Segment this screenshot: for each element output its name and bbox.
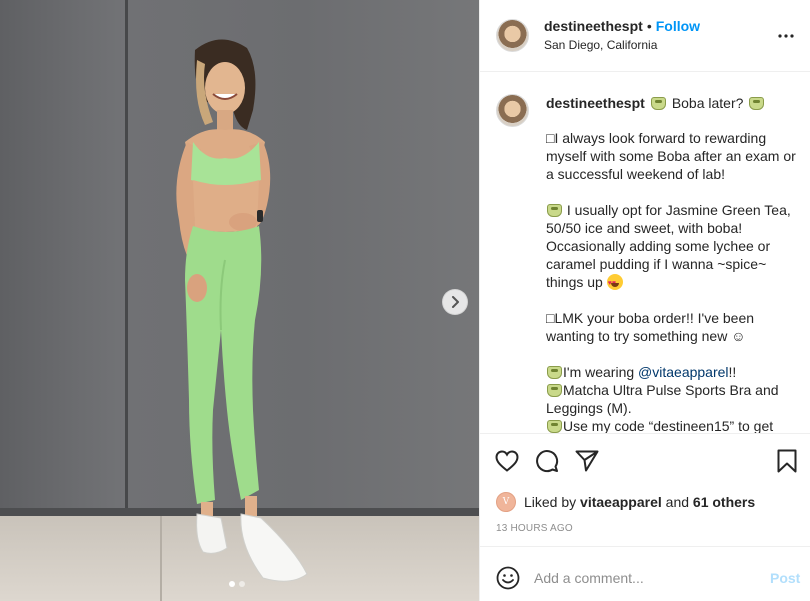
caption-wearing-suffix: !!	[728, 364, 737, 380]
liked-by-user[interactable]: vitaeapparel	[580, 494, 662, 510]
caption-line-outfit: Matcha Ultra Pulse Sports Bra and Leggin…	[546, 381, 798, 417]
caption-username[interactable]: destineethespt	[546, 95, 645, 111]
chevron-right-icon	[452, 296, 459, 308]
liked-by-text: Liked by vitaeapparel and 61 others	[524, 494, 755, 510]
caption-line-code: Use my code “destineen15” to get	[546, 417, 798, 433]
header-user-row: destineethespt • Follow	[544, 18, 700, 34]
paper-plane-icon	[575, 450, 599, 472]
caption-paragraph-3: □LMK your boba order!! I've been wanting…	[546, 310, 755, 344]
caption-header: destineethespt Boba later?	[546, 95, 765, 111]
caption-title: Boba later?	[671, 95, 744, 111]
liked-by-prefix: Liked by	[524, 494, 577, 510]
avatar[interactable]	[496, 19, 529, 52]
header-username[interactable]: destineethespt	[544, 18, 643, 34]
post-photo[interactable]	[0, 0, 479, 601]
carousel-dot-active	[229, 581, 235, 587]
boba-emoji-icon	[650, 96, 666, 110]
wall-panel-left	[0, 0, 125, 512]
more-options-button[interactable]	[776, 26, 796, 46]
liker-avatar[interactable]: V	[496, 492, 516, 512]
caption-paragraph-1: □I always look forward to rewarding myse…	[546, 130, 796, 182]
save-button[interactable]	[774, 448, 800, 474]
bookmark-icon	[777, 449, 797, 473]
like-button[interactable]	[494, 448, 520, 474]
share-button[interactable]	[574, 448, 600, 474]
carousel-dot	[239, 581, 245, 587]
carousel-dots	[229, 581, 245, 587]
boba-emoji-icon	[547, 384, 562, 397]
caption-paragraph-2-text: I usually opt for Jasmine Green Tea, 50/…	[546, 202, 791, 290]
location-link[interactable]: San Diego, California	[544, 38, 657, 52]
boba-emoji-icon	[547, 420, 562, 433]
mention-link[interactable]: @vitaeapparel	[638, 364, 729, 380]
comment-button[interactable]	[534, 448, 560, 474]
post-side-panel: destineethespt • Follow San Diego, Calif…	[479, 0, 810, 601]
header-separator: •	[646, 18, 652, 34]
liked-by-others[interactable]: 61 others	[693, 494, 755, 510]
boba-emoji-icon	[547, 366, 562, 379]
caption-area: destineethespt Boba later? □I always loo…	[480, 73, 810, 433]
caption-avatar[interactable]	[496, 94, 529, 127]
caption-code-text: Use my code “destineen15” to get	[563, 418, 774, 433]
heart-eyes-emoji-icon	[606, 274, 623, 293]
add-comment-bar: Post	[480, 546, 810, 601]
liked-by-row: V Liked by vitaeapparel and 61 others	[496, 492, 755, 512]
liked-by-and: and	[665, 494, 690, 510]
caption-outfit-text: Matcha Ultra Pulse Sports Bra and Leggin…	[546, 382, 779, 416]
actions-area: V Liked by vitaeapparel and 61 others 13…	[480, 433, 810, 546]
follow-button[interactable]: Follow	[656, 18, 700, 34]
boba-emoji-icon	[749, 96, 765, 110]
more-dots-icon	[778, 34, 794, 38]
boba-emoji-icon	[547, 204, 562, 217]
caption-line-wearing: I'm wearing @vitaeapparel!!	[546, 363, 798, 381]
post-header: destineethespt • Follow San Diego, Calif…	[480, 0, 810, 72]
woman-figure	[176, 39, 308, 582]
caption-body: □I always look forward to rewarding myse…	[546, 129, 798, 433]
comment-bubble-icon	[536, 450, 559, 473]
emoji-smile-icon[interactable]	[496, 566, 520, 590]
heart-icon	[495, 450, 519, 472]
caption-wearing-prefix: I'm wearing	[563, 364, 639, 380]
comment-input[interactable]	[534, 567, 754, 589]
carousel-next-button[interactable]	[442, 289, 468, 315]
post-timestamp[interactable]: 13 HOURS AGO	[496, 523, 573, 534]
post-comment-button[interactable]: Post	[770, 570, 800, 586]
caption-paragraph-2: I usually opt for Jasmine Green Tea, 50/…	[546, 201, 798, 293]
